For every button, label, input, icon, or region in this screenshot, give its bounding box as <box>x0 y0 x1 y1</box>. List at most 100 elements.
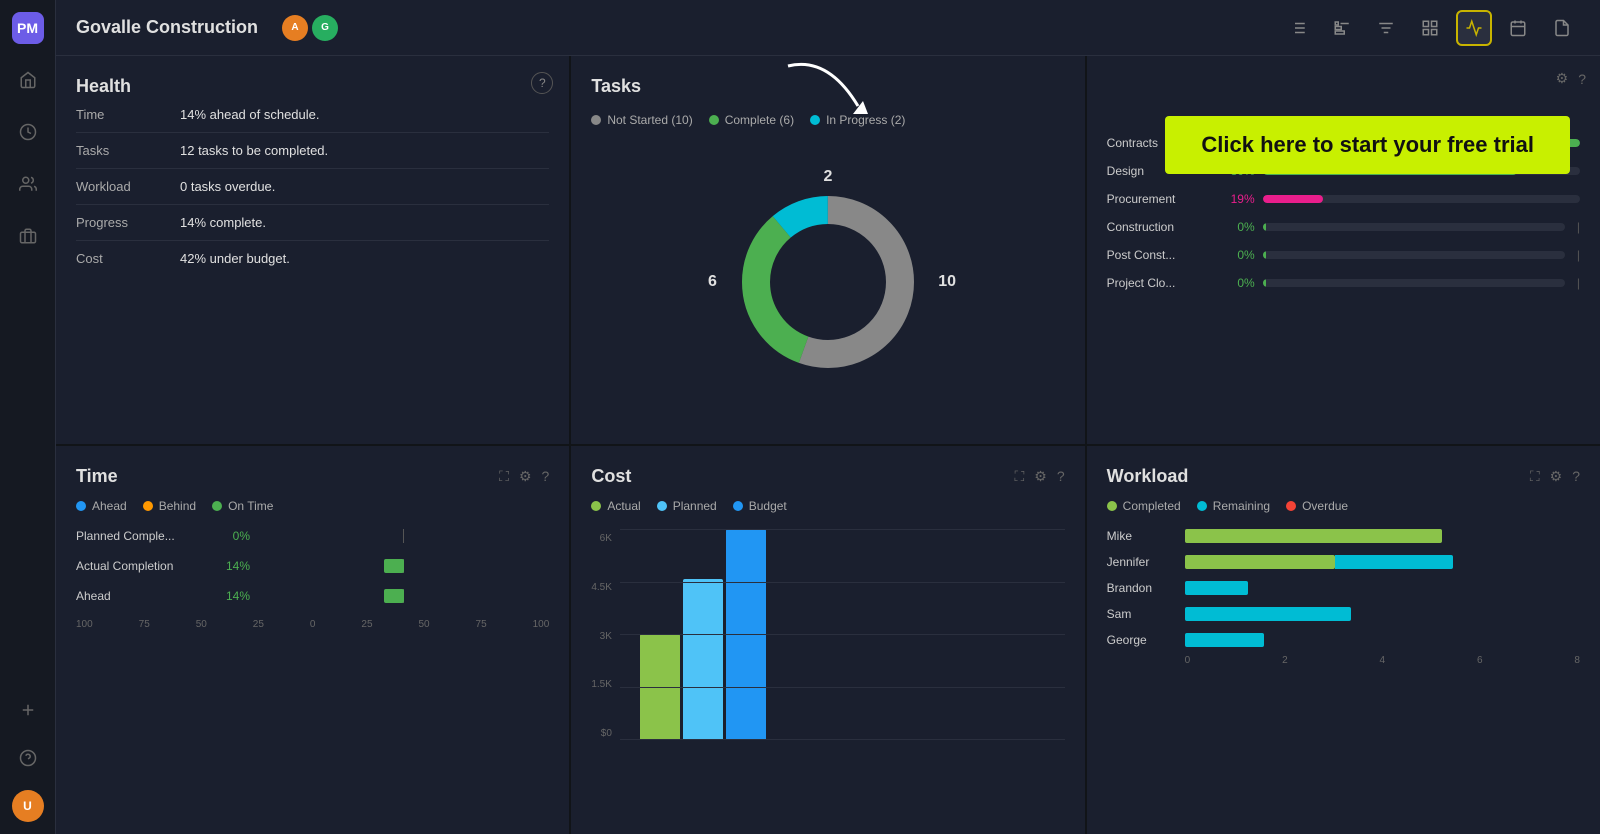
sidebar-item-help[interactable] <box>12 742 44 774</box>
cat-track-construction <box>1263 223 1565 231</box>
avatar-2[interactable]: G <box>312 15 338 41</box>
cat-pct-procurement: 19% <box>1215 192 1255 206</box>
dashboard-view-button[interactable] <box>1456 10 1492 46</box>
legend-dot-complete <box>709 115 719 125</box>
sidebar-item-home[interactable] <box>12 64 44 96</box>
gantt-view-button[interactable] <box>1324 10 1360 46</box>
sidebar-item-clock[interactable] <box>12 116 44 148</box>
document-view-button[interactable] <box>1544 10 1580 46</box>
legend-not-started: Not Started (10) <box>591 113 692 127</box>
time-dot-ahead <box>76 501 86 511</box>
user-avatar[interactable]: U <box>12 790 44 822</box>
workload-help-icon[interactable]: ? <box>1572 468 1580 485</box>
gear-icon[interactable]: ⚙ <box>1556 70 1569 87</box>
cost-legend-actual: Actual <box>591 499 640 513</box>
time-panel: Time ⛶ ⚙ ? Ahead Behind On Tim <box>56 446 569 834</box>
time-label-ahead: Ahead <box>92 499 127 513</box>
time-ahead-label: Ahead <box>76 589 206 603</box>
wl-name-sam: Sam <box>1107 607 1177 621</box>
cat-label-construction: Construction <box>1107 220 1207 234</box>
cost-legend: Actual Planned Budget <box>591 499 1064 513</box>
y-label-6k: 6K <box>591 533 612 544</box>
health-cost-label: Cost <box>76 251 156 266</box>
health-time-label: Time <box>76 107 156 122</box>
health-time-value: 14% ahead of schedule. <box>180 107 320 122</box>
time-label-ontime: On Time <box>228 499 273 513</box>
time-ahead-bar <box>258 589 549 603</box>
cat-pct-construction: 0% <box>1215 220 1255 234</box>
calendar-view-button[interactable] <box>1500 10 1536 46</box>
tasks-panel: Tasks Not Started (10) Complete (6) In P… <box>571 56 1084 444</box>
expand-icon[interactable]: ⛶ <box>499 468 509 485</box>
cost-legend-planned: Planned <box>657 499 717 513</box>
wl-fill-jennifer-c <box>1185 555 1335 569</box>
time-legend: Ahead Behind On Time <box>76 499 549 513</box>
workload-row-sam: Sam <box>1107 607 1580 621</box>
sidebar-item-plus[interactable] <box>12 694 44 726</box>
topbar-avatars: A G <box>282 15 338 41</box>
wl-fill-sam <box>1185 607 1351 621</box>
sidebar-item-briefcase[interactable] <box>12 220 44 252</box>
tasks-cat-panel-controls: ⚙ ? <box>1556 70 1586 87</box>
workload-legend-overdue: Overdue <box>1286 499 1348 513</box>
time-row-planned: Planned Comple... 0% <box>76 529 549 543</box>
cost-settings-icon[interactable]: ⚙ <box>1034 468 1047 485</box>
donut-top-label: 2 <box>824 168 833 186</box>
time-title: Time <box>76 466 118 487</box>
sidebar-item-people[interactable] <box>12 168 44 200</box>
cost-label-actual: Actual <box>607 499 640 513</box>
time-x-axis: 1007550250255075100 <box>76 619 549 630</box>
wl-label-completed: Completed <box>1123 499 1181 513</box>
donut-svg <box>728 182 928 382</box>
wl-name-mike: Mike <box>1107 529 1177 543</box>
cat-fill-project-clo <box>1263 279 1266 287</box>
workload-expand-icon[interactable]: ⛶ <box>1530 468 1540 485</box>
y-label-3k: 3K <box>591 631 612 642</box>
app-logo[interactable]: PM <box>12 12 44 44</box>
cost-expand-icon[interactable]: ⛶ <box>1014 468 1024 485</box>
health-tasks-value: 12 tasks to be completed. <box>180 143 328 158</box>
wl-x-2: 2 <box>1282 655 1288 666</box>
health-panel: Health ? Time 14% ahead of schedule. Tas… <box>56 56 569 444</box>
time-row-actual: Actual Completion 14% <box>76 559 549 573</box>
cost-help-icon[interactable]: ? <box>1057 468 1065 485</box>
donut-chart: 2 6 10 <box>728 182 928 382</box>
list-view-button[interactable] <box>1280 10 1316 46</box>
cost-bars-area <box>620 529 1065 769</box>
time-panel-controls: ⛶ ⚙ ? <box>499 468 549 485</box>
settings-icon[interactable]: ⚙ <box>519 468 532 485</box>
free-trial-banner[interactable]: Click here to start your free trial <box>1165 116 1570 174</box>
cat-fill-construction <box>1263 223 1266 231</box>
main-content: Govalle Construction A G <box>56 0 1600 834</box>
legend-complete: Complete (6) <box>709 113 794 127</box>
cat-track-post-const <box>1263 251 1565 259</box>
workload-legend-completed: Completed <box>1107 499 1181 513</box>
wl-dot-overdue <box>1286 501 1296 511</box>
cat-label-procurement: Procurement <box>1107 192 1207 206</box>
wl-name-brandon: Brandon <box>1107 581 1177 595</box>
wl-x-4: 4 <box>1380 655 1386 666</box>
time-actual-pct: 14% <box>214 559 250 573</box>
workload-title: Workload <box>1107 466 1189 487</box>
wl-dot-completed <box>1107 501 1117 511</box>
wl-x-0: 0 <box>1185 655 1191 666</box>
filter-button[interactable] <box>1368 10 1404 46</box>
health-workload-label: Workload <box>76 179 156 194</box>
donut-left-label: 6 <box>708 273 717 291</box>
time-row-ahead: Ahead 14% <box>76 589 549 603</box>
cost-dot-budget <box>733 501 743 511</box>
cat-label-post-const: Post Const... <box>1107 248 1207 262</box>
health-help-button[interactable]: ? <box>531 72 553 94</box>
health-title: Health <box>76 76 131 96</box>
task-bar-row-project-clo: Project Clo... 0% | <box>1107 276 1580 290</box>
grid-view-button[interactable] <box>1412 10 1448 46</box>
time-help-icon[interactable]: ? <box>542 468 550 485</box>
help-icon[interactable]: ? <box>1578 71 1586 87</box>
workload-settings-icon[interactable]: ⚙ <box>1550 468 1563 485</box>
avatar-1[interactable]: A <box>282 15 308 41</box>
legend-dot-not-started <box>591 115 601 125</box>
health-workload-value: 0 tasks overdue. <box>180 179 275 194</box>
toolbar-icons <box>1280 10 1580 46</box>
health-row-cost: Cost 42% under budget. <box>76 241 549 276</box>
time-dot-ontime <box>212 501 222 511</box>
